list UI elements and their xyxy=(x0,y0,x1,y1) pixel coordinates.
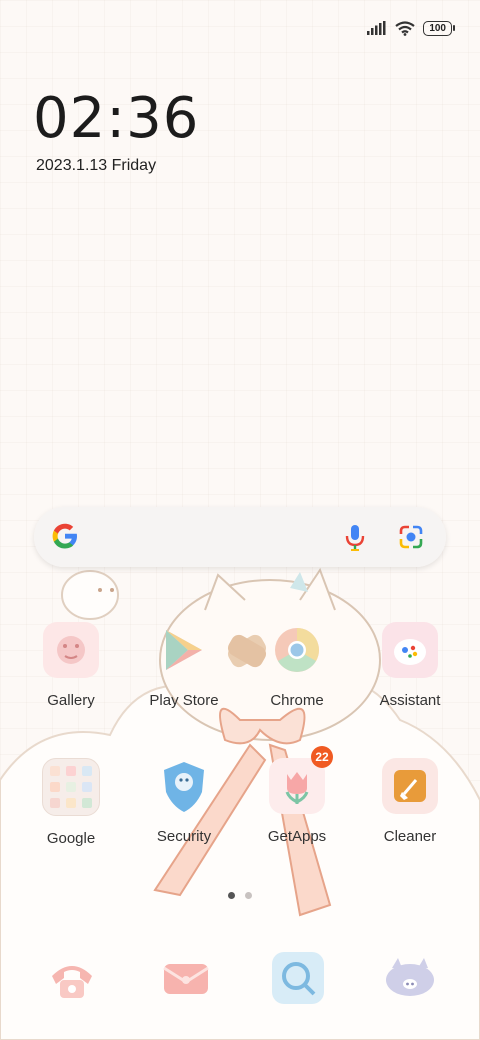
play-store-icon xyxy=(156,622,212,678)
clock-date[interactable]: 2023.1.13 Friday xyxy=(36,157,156,175)
dock-camera-search[interactable] xyxy=(268,948,328,1008)
security-icon xyxy=(156,758,212,814)
getapps-icon: 22 xyxy=(269,746,333,814)
pig-browser-icon xyxy=(386,958,434,996)
battery-indicator: 100 xyxy=(423,20,455,36)
page-indicator xyxy=(228,892,252,899)
status-bar: 100 xyxy=(367,14,455,42)
dock-pig-browser[interactable] xyxy=(380,948,440,1008)
google-folder-icon xyxy=(42,758,100,816)
app-google-folder[interactable]: Google xyxy=(15,758,127,847)
app-label-getapps: GetApps xyxy=(267,828,327,845)
assistant-icon xyxy=(382,622,438,678)
app-security[interactable]: Security xyxy=(128,758,240,845)
gallery-icon xyxy=(43,622,99,678)
app-label-play-store: Play Store xyxy=(149,692,219,709)
app-cleaner[interactable]: Cleaner xyxy=(354,758,466,845)
app-chrome[interactable]: Chrome xyxy=(241,622,353,709)
chrome-icon xyxy=(269,622,325,678)
notification-badge: 22 xyxy=(311,746,333,768)
page-dot[interactable] xyxy=(245,892,252,899)
app-label-gallery: Gallery xyxy=(47,692,95,709)
app-assistant[interactable]: Assistant xyxy=(354,622,466,709)
cleaner-icon xyxy=(382,758,438,814)
google-lens-icon[interactable] xyxy=(398,524,424,550)
wifi-icon xyxy=(395,20,415,36)
app-label-chrome: Chrome xyxy=(270,692,324,709)
app-gallery[interactable]: Gallery xyxy=(15,622,127,709)
app-label-google: Google xyxy=(46,830,96,847)
app-label-assistant: Assistant xyxy=(379,692,441,709)
phone-icon xyxy=(52,966,92,998)
app-play-store[interactable]: Play Store xyxy=(128,622,240,709)
clock-time[interactable]: 02:36 xyxy=(33,86,199,151)
camera-search-icon xyxy=(272,952,324,1004)
app-label-security: Security xyxy=(156,828,212,845)
page-dot-active[interactable] xyxy=(228,892,235,899)
google-search-bar[interactable] xyxy=(34,507,446,567)
messages-icon xyxy=(163,964,209,994)
app-label-cleaner: Cleaner xyxy=(383,828,437,845)
app-getapps[interactable]: 22 GetApps xyxy=(241,746,353,845)
google-g-icon xyxy=(52,523,77,549)
dock-messages[interactable] xyxy=(156,948,216,1008)
dock-phone[interactable] xyxy=(42,948,102,1008)
signal-bars-icon xyxy=(367,21,386,35)
microphone-icon[interactable] xyxy=(344,524,366,552)
